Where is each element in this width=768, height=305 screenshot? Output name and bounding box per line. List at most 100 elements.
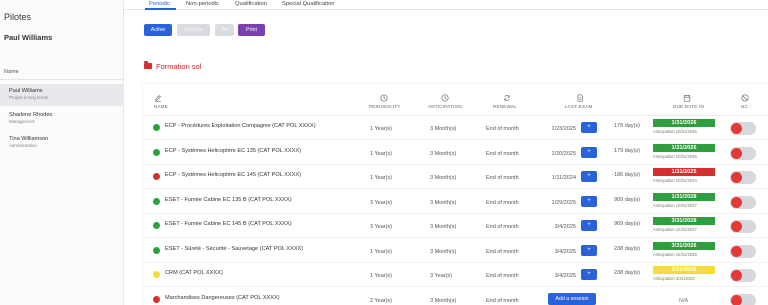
add-exam-button[interactable]: + (581, 220, 597, 231)
table-row: ESET - Fumée Cabine EC 135 B (CAT POL XX… (144, 190, 768, 214)
renewal-value: End of month (486, 273, 519, 279)
nc-toggle[interactable] (730, 146, 756, 160)
anticipation-date: Anticipation 12/31/2025 (653, 251, 697, 257)
toggle-knob (731, 245, 742, 257)
toggle-knob (731, 196, 742, 208)
anticipation-value: 3 Year(s) (430, 273, 453, 279)
table-row: CRM (CAT POL XXXX) 1 Year(s) 3 Year(s) End … (144, 263, 768, 287)
pilot-item-sharlene-rhodes[interactable]: Sharlene Rhodes Management (0, 108, 124, 130)
print-button[interactable]: Print (238, 24, 265, 36)
renewal-value: End of month (486, 199, 519, 206)
periodicity-value: 3 Year(s) (370, 224, 393, 230)
active-tab-indicator (145, 8, 176, 10)
pilot-role: Administration (9, 143, 37, 148)
tab-special-qualification[interactable]: Special Qualification (282, 1, 335, 7)
nc-toggle[interactable] (730, 122, 756, 135)
header-anticipation[interactable]: ANTICIPATION (424, 84, 468, 116)
anticipation-date: Anticipation 12/31/2027 (653, 227, 697, 232)
training-name: ESET - Fumée Cabine EC 145 B (CAT POL XX… (165, 221, 292, 227)
anticipation-value: 3 Month(s) (430, 248, 457, 255)
nc-toggle[interactable] (730, 171, 756, 184)
status-dot (153, 295, 160, 303)
pilot-item-paul-williams[interactable]: Paul Williams Projets à long terme (0, 84, 124, 106)
header-due-date-label: DUE DATE IN (673, 104, 704, 109)
toggle-knob (731, 270, 742, 281)
calendar-icon (683, 94, 691, 102)
toggle-knob (731, 123, 742, 134)
tab-non-periodic[interactable]: Non-periodic (186, 1, 219, 7)
last-exam-date: 3/4/2025 (554, 273, 576, 279)
nc-toggle[interactable] (730, 195, 756, 209)
table-row: ESET - Sûreté - Sécurité - Sauvetage (CA… (144, 239, 768, 263)
periodicity-value: 1 Year(s) (370, 248, 393, 255)
anticipation-date: Anticipation 10/31/2025 (653, 129, 697, 134)
all-filter-button[interactable]: All (215, 24, 234, 36)
periodicity-value: 3 Year(s) (370, 199, 393, 206)
nc-toggle[interactable] (730, 293, 756, 305)
last-exam-date: 3/4/2025 (554, 248, 576, 255)
clock-icon (380, 94, 388, 102)
renewal-value: End of month (486, 224, 519, 230)
periodicity-value: 2 Year(s) (370, 297, 393, 304)
status-dot (153, 222, 160, 229)
pilot-item-tina-williamson[interactable]: Tina Williamson Administration (0, 132, 124, 154)
inactive-filter-button[interactable]: Inactive (177, 24, 210, 36)
anticipation-date: Anticipation 10/31/2024 (653, 178, 697, 183)
due-date-na: N/A (679, 297, 689, 304)
periodicity-value: 1 Year(s) (370, 273, 393, 279)
current-user-name: Paul Williams (4, 33, 53, 42)
add-exam-button[interactable]: + (581, 122, 597, 133)
last-exam-date: 1/11/2024 (551, 175, 576, 181)
divider (0, 79, 124, 80)
header-name[interactable]: NAME (154, 84, 194, 116)
toggle-knob (731, 172, 742, 183)
anticipation-value: 3 Month(s) (430, 126, 457, 132)
training-table: NAME PERIODICITY ANTICIPATION RENEWAL LA… (144, 84, 768, 305)
anticipation-value: 3 Month(s) (430, 297, 457, 304)
renewal-value: End of month (486, 150, 519, 157)
training-name: CRM (CAT POL XXXX) (165, 270, 223, 276)
status-dot (153, 197, 160, 205)
header-nc[interactable]: NC (736, 84, 756, 116)
sidebar: Pilotes Paul Williams Name Paul Williams… (0, 0, 124, 305)
header-periodicity[interactable]: PERIODICITY (365, 84, 405, 116)
add-session-button[interactable]: Add a session (548, 292, 596, 305)
add-exam-button[interactable]: + (581, 244, 597, 256)
training-name: ESET - Fumée Cabine EC 135 B (CAT POL XX… (165, 196, 292, 203)
anticipation-value: 3 Month(s) (430, 175, 457, 181)
due-date-badge: 3/31/2026 (653, 241, 715, 250)
add-exam-button[interactable]: + (581, 195, 597, 207)
periodicity-value: 1 Year(s) (370, 150, 393, 157)
tab-qualification[interactable]: Qualification (235, 1, 267, 7)
anticipation-date: Anticipation 3/31/2023 (653, 276, 695, 281)
nc-toggle[interactable] (730, 244, 756, 258)
header-periodicity-label: PERIODICITY (369, 104, 401, 109)
nc-toggle[interactable] (730, 269, 756, 282)
table-header: NAME PERIODICITY ANTICIPATION RENEWAL LA… (144, 84, 768, 116)
clock-icon (441, 94, 449, 102)
days-remaining: 909 day(s) (614, 196, 640, 203)
tab-periodic[interactable]: Periodic (149, 1, 170, 7)
header-renewal[interactable]: RENEWAL (491, 84, 527, 116)
due-date-badge: 1/31/2025 (653, 168, 715, 176)
toggle-knob (731, 294, 742, 305)
add-exam-button[interactable]: + (581, 269, 597, 280)
table-row: ESET - Fumée Cabine EC 145 B (CAT POL XX… (144, 214, 768, 238)
nc-toggle[interactable] (730, 220, 756, 233)
pilot-name: Sharlene Rhodes (9, 112, 53, 118)
folder-icon (144, 61, 152, 69)
header-due-date[interactable]: DUE DATE IN (648, 84, 708, 116)
header-last-exam[interactable]: LAST EXAM (562, 84, 602, 116)
anticipation-date: Anticipation 10/31/2025 (653, 153, 697, 159)
active-filter-button[interactable]: Active (144, 24, 172, 36)
pencil-icon (154, 95, 162, 102)
sidebar-title: Pilotes (4, 12, 32, 22)
training-name: ECP - Systèmes Helicoptère EC 135 (CAT P… (165, 147, 301, 154)
add-exam-button[interactable]: + (581, 146, 597, 158)
header-name-label: NAME (154, 104, 169, 109)
add-exam-button[interactable]: + (581, 171, 597, 182)
main-content: Periodic Non-periodic Qualification Spec… (125, 0, 768, 305)
due-date-badge: 1/31/2026 (653, 119, 715, 127)
renewal-value: End of month (486, 175, 519, 181)
last-exam-date: 3/4/2025 (554, 224, 576, 230)
